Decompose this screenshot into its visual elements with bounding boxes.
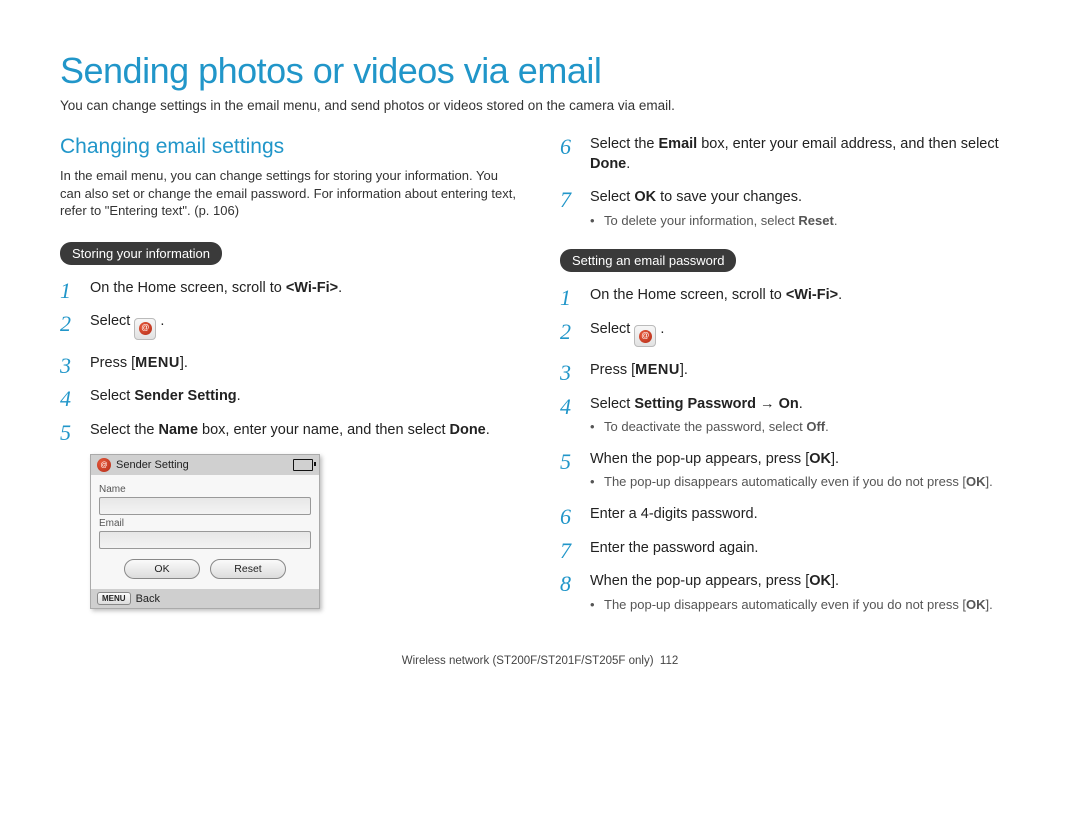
name-input[interactable] xyxy=(99,497,311,515)
pw-step-8-sub: The pop-up disappears automatically even… xyxy=(590,596,1020,614)
step-2: 2 Select @ . xyxy=(60,312,520,339)
right-column: 6 Select the Email box, enter your email… xyxy=(560,135,1020,627)
pw-step-4-sub: To deactivate the password, select Off. xyxy=(590,418,1020,436)
ok-button-label: OK xyxy=(809,573,831,589)
step-3: 3 Press [MENU]. xyxy=(60,354,520,374)
page-intro: You can change settings in the email men… xyxy=(60,98,1020,113)
email-app-icon: @ xyxy=(97,458,111,472)
camera-footer: MENU Back xyxy=(91,589,319,608)
two-column-layout: Changing email settings In the email men… xyxy=(60,135,1020,627)
camera-body: Name Email OK Reset xyxy=(91,475,319,589)
email-field-label: Email xyxy=(99,518,311,529)
steps-storing-info-cont: 6 Select the Email box, enter your email… xyxy=(560,135,1020,229)
pw-step-3: 3 Press [MENU]. xyxy=(560,361,1020,381)
back-label: Back xyxy=(136,593,160,605)
pw-step-6: 6 Enter a 4-digits password. xyxy=(560,505,1020,525)
menu-button-label: MENU xyxy=(635,362,680,378)
camera-ui-screenshot: @ Sender Setting Name Email OK Reset MEN… xyxy=(90,454,320,609)
step-6: 6 Select the Email box, enter your email… xyxy=(560,135,1020,174)
step-4: 4 Select Sender Setting. xyxy=(60,387,520,407)
camera-screen-title: Sender Setting xyxy=(116,459,288,471)
step-7: 7 Select OK to save your changes. To del… xyxy=(560,188,1020,229)
section-intro-change-email: In the email menu, you can change settin… xyxy=(60,167,520,220)
email-app-icon: @ xyxy=(134,318,156,340)
pill-storing-info: Storing your information xyxy=(60,242,222,265)
pill-setting-password: Setting an email password xyxy=(560,249,736,272)
ok-button[interactable]: OK xyxy=(124,559,200,579)
camera-header: @ Sender Setting xyxy=(91,455,319,475)
pw-step-5-sub: The pop-up disappears automatically even… xyxy=(590,473,1020,491)
menu-back-button[interactable]: MENU xyxy=(97,592,131,605)
pw-step-8: 8 When the pop-up appears, press [OK]. T… xyxy=(560,572,1020,613)
pw-step-7: 7 Enter the password again. xyxy=(560,539,1020,559)
page-footer: Wireless network (ST200F/ST201F/ST205F o… xyxy=(60,655,1020,667)
steps-setting-password: 1 On the Home screen, scroll to <Wi-Fi>.… xyxy=(560,286,1020,613)
pw-step-5: 5 When the pop-up appears, press [OK]. T… xyxy=(560,450,1020,491)
manual-page: Sending photos or videos via email You c… xyxy=(0,0,1080,697)
email-app-icon: @ xyxy=(634,325,656,347)
steps-storing-info: 1 On the Home screen, scroll to <Wi-Fi>.… xyxy=(60,279,520,441)
ok-button-label: OK xyxy=(809,451,831,467)
step-7-sub: To delete your information, select Reset… xyxy=(590,212,1020,230)
email-input[interactable] xyxy=(99,531,311,549)
battery-icon xyxy=(293,459,313,471)
page-number: 112 xyxy=(660,655,678,667)
pw-step-1: 1 On the Home screen, scroll to <Wi-Fi>. xyxy=(560,286,1020,306)
section-heading-change-email: Changing email settings xyxy=(60,135,520,159)
menu-button-label: MENU xyxy=(135,355,180,371)
pw-step-2: 2 Select @ . xyxy=(560,320,1020,347)
step-1: 1 On the Home screen, scroll to <Wi-Fi>. xyxy=(60,279,520,299)
page-title: Sending photos or videos via email xyxy=(60,50,1020,92)
pw-step-4: 4 Select Setting Password → On. To deact… xyxy=(560,395,1020,436)
name-field-label: Name xyxy=(99,484,311,495)
reset-button[interactable]: Reset xyxy=(210,559,286,579)
step-5: 5 Select the Name box, enter your name, … xyxy=(60,421,520,441)
left-column: Changing email settings In the email men… xyxy=(60,135,520,627)
